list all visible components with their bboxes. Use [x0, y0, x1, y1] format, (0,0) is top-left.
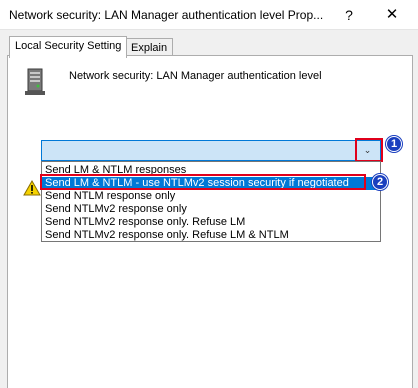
tab-local-security-setting[interactable]: Local Security Setting [9, 36, 128, 58]
tab-explain-label: Explain [131, 42, 168, 54]
help-button[interactable]: ? [337, 4, 361, 26]
dropdown-option[interactable]: Send NTLM response only [45, 190, 175, 203]
step-marker-1: 1 [386, 136, 402, 152]
dropdown-option[interactable]: Send NTLMv2 response only [45, 203, 187, 216]
policy-name: Network security: LAN Manager authentica… [69, 70, 322, 82]
tab-local-security-setting-label: Local Security Setting [15, 40, 122, 52]
dropdown-option[interactable]: Send NTLMv2 response only. Refuse LM & N… [45, 229, 289, 242]
step-marker-2: 2 [372, 174, 388, 190]
title-bar: Network security: LAN Manager authentica… [0, 0, 418, 30]
authentication-level-combobox[interactable]: ⌄ [41, 140, 381, 161]
dropdown-arrow-highlight [355, 138, 383, 162]
dropdown-option[interactable]: Send NTLMv2 response only. Refuse LM [45, 216, 245, 229]
warning-icon [23, 180, 41, 196]
window-title: Network security: LAN Manager authentica… [9, 8, 324, 22]
selected-option-highlight [40, 174, 366, 190]
close-button[interactable]: ✕ [372, 4, 412, 26]
server-icon [25, 68, 45, 95]
